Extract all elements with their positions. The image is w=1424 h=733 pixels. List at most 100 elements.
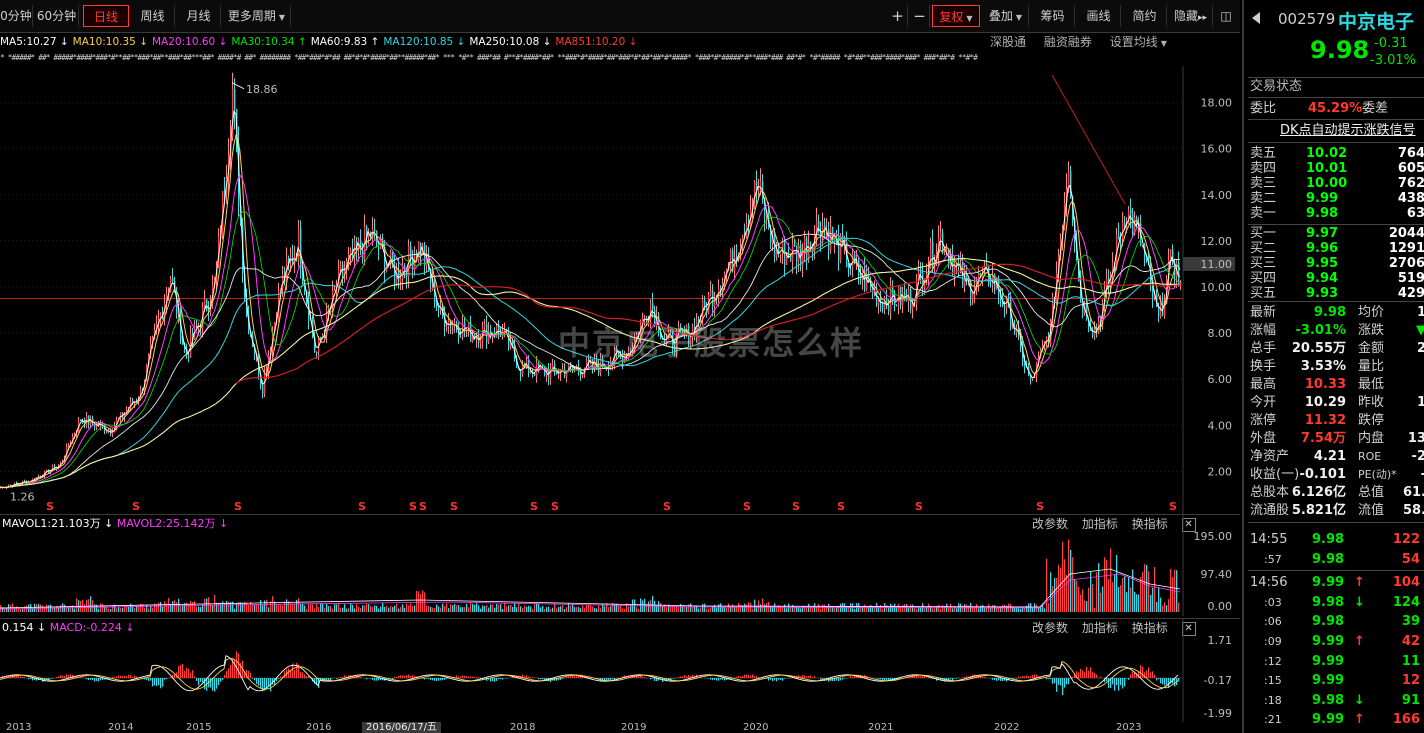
tab-monthly[interactable]: 月线 xyxy=(177,5,221,27)
ask-row[interactable]: 卖四 10.01 605 xyxy=(1250,161,1424,176)
draw-line-button[interactable]: 画线 xyxy=(1077,5,1121,27)
ask-row[interactable]: 卖三 10.00 762 xyxy=(1250,176,1424,191)
macd-chart[interactable]: 1.71 -0.17 -1.99 xyxy=(0,618,1240,722)
collapse-arrow-icon[interactable] xyxy=(1250,10,1262,24)
volume-bar xyxy=(200,607,202,612)
macd-bar xyxy=(444,678,446,680)
date-tick-label: 2013 xyxy=(6,722,32,733)
macd-bar xyxy=(570,676,572,678)
price-chart[interactable]: 18.00 16.00 14.00 12.00 10.00 8.00 6.00 4.00 2.0… xyxy=(0,66,1240,514)
volume-bar xyxy=(800,608,802,612)
volume-bar xyxy=(584,608,586,612)
ask-row[interactable]: 卖五 10.02 764 xyxy=(1250,146,1424,161)
volume-bar xyxy=(370,606,372,612)
stat-label: 最高 xyxy=(1250,377,1277,392)
hide-indicators-button[interactable]: 隐藏▸▸ xyxy=(1169,5,1213,27)
ma-legend-item: MA10:10.35 ↓ xyxy=(72,36,148,48)
tab-weekly[interactable]: 周线 xyxy=(131,5,175,27)
volume-bar xyxy=(488,607,490,612)
volume-bar xyxy=(790,607,792,612)
bid-row[interactable]: 买二 9.96 1291 xyxy=(1250,241,1424,256)
fuquan-dropdown[interactable]: 复权 ▼ xyxy=(932,5,980,27)
date-tick-label: 2019 xyxy=(621,722,647,733)
macd-bar xyxy=(758,677,760,678)
macd-bar xyxy=(426,678,428,679)
macd-bar xyxy=(1050,678,1052,680)
macd-bar xyxy=(434,678,436,681)
volume-bar xyxy=(210,603,212,612)
stat-value-2: -2 xyxy=(1411,449,1424,464)
price-change-pct: -3.01% xyxy=(1370,53,1416,68)
divider xyxy=(1248,97,1424,98)
volume-bar xyxy=(32,608,34,612)
macd-bar xyxy=(48,678,50,680)
ask-volume: 762 xyxy=(1397,176,1424,191)
volume-bar xyxy=(84,604,86,612)
volume-bar xyxy=(118,607,120,612)
bid-row[interactable]: 买一 9.97 2044 xyxy=(1250,226,1424,241)
candle-body xyxy=(106,431,108,433)
macd-bar xyxy=(304,674,306,678)
macd-bar xyxy=(824,678,826,679)
ma-settings-link[interactable]: 设置均线 xyxy=(1110,35,1158,49)
simple-mode-button[interactable]: 简约 xyxy=(1123,5,1167,27)
more-periods-dropdown[interactable]: 更多周期 ▼ xyxy=(223,5,291,27)
volume-bar xyxy=(522,608,524,612)
chips-button[interactable]: 筹码 xyxy=(1031,5,1075,27)
zoom-in-button[interactable]: + xyxy=(888,5,908,27)
volume-bar xyxy=(280,604,282,612)
tab-minute[interactable]: 0分钟 xyxy=(0,5,33,27)
expand-panel-icon[interactable]: ◫ xyxy=(1215,5,1237,27)
hk-connect-link[interactable]: 深股通 xyxy=(990,35,1026,49)
volume-bar xyxy=(764,604,766,612)
stat-label: 涨停 xyxy=(1250,413,1277,428)
volume-bar xyxy=(1048,603,1050,612)
macd-bar xyxy=(1162,678,1164,685)
macd-bar xyxy=(616,678,618,679)
tab-60min[interactable]: 60分钟 xyxy=(35,5,79,27)
tick-volume: 11 xyxy=(1401,653,1420,669)
zoom-out-button[interactable]: − xyxy=(910,5,930,27)
macd-bar xyxy=(336,678,338,679)
ask-label: 卖一 xyxy=(1250,206,1277,221)
stat-value: 4.21 xyxy=(1313,449,1346,464)
ask-row[interactable]: 卖二 9.99 438 xyxy=(1250,191,1424,206)
volume-bar xyxy=(616,603,618,612)
bid-row[interactable]: 买四 9.94 519 xyxy=(1250,271,1424,286)
volume-bar xyxy=(956,608,958,612)
stat-value-2: 1 xyxy=(1417,394,1424,412)
volume-chart[interactable]: 195.00 97.40 0.00 xyxy=(0,514,1240,616)
volume-bar xyxy=(1156,602,1158,612)
volume-bar xyxy=(198,606,200,612)
dk-signal-link[interactable]: DK点自动提示涨跌信号 xyxy=(1280,122,1424,140)
volume-bar xyxy=(860,607,862,612)
macd-bar xyxy=(1124,678,1126,687)
macd-bar xyxy=(200,678,202,682)
volume-bar xyxy=(182,605,184,612)
stat-label: 收益(一) xyxy=(1250,467,1300,482)
tab-daily[interactable]: 日线 xyxy=(83,5,129,27)
volume-bar xyxy=(520,606,522,612)
stat-value: 9.98 xyxy=(1313,305,1346,320)
macd-bar xyxy=(1116,678,1118,686)
candle-body xyxy=(1130,210,1132,214)
volume-bar xyxy=(360,607,362,612)
tick-row: :21 9.99 ↑ 166 xyxy=(1250,710,1424,729)
volume-bar xyxy=(500,604,502,612)
macd-bar xyxy=(526,675,528,678)
volume-bar xyxy=(840,603,842,612)
tick-time: :15 xyxy=(1264,674,1282,688)
volume-bar xyxy=(916,608,918,612)
volume-bar xyxy=(88,599,90,612)
tick-row: :12 9.99 11 xyxy=(1250,652,1424,671)
overlay-dropdown[interactable]: 叠加 ▼ xyxy=(983,5,1029,27)
volume-bar xyxy=(48,605,50,612)
bid-row[interactable]: 买三 9.95 2706 xyxy=(1250,256,1424,271)
candle-body xyxy=(484,324,486,328)
candle-body xyxy=(172,278,174,282)
bid-row[interactable]: 买五 9.93 429 xyxy=(1250,286,1424,301)
macd-bar xyxy=(146,678,148,681)
margin-trading-link[interactable]: 融资融券 xyxy=(1044,35,1092,49)
ask-row[interactable]: 卖一 9.98 63 xyxy=(1250,206,1424,221)
volume-bar xyxy=(356,604,358,612)
